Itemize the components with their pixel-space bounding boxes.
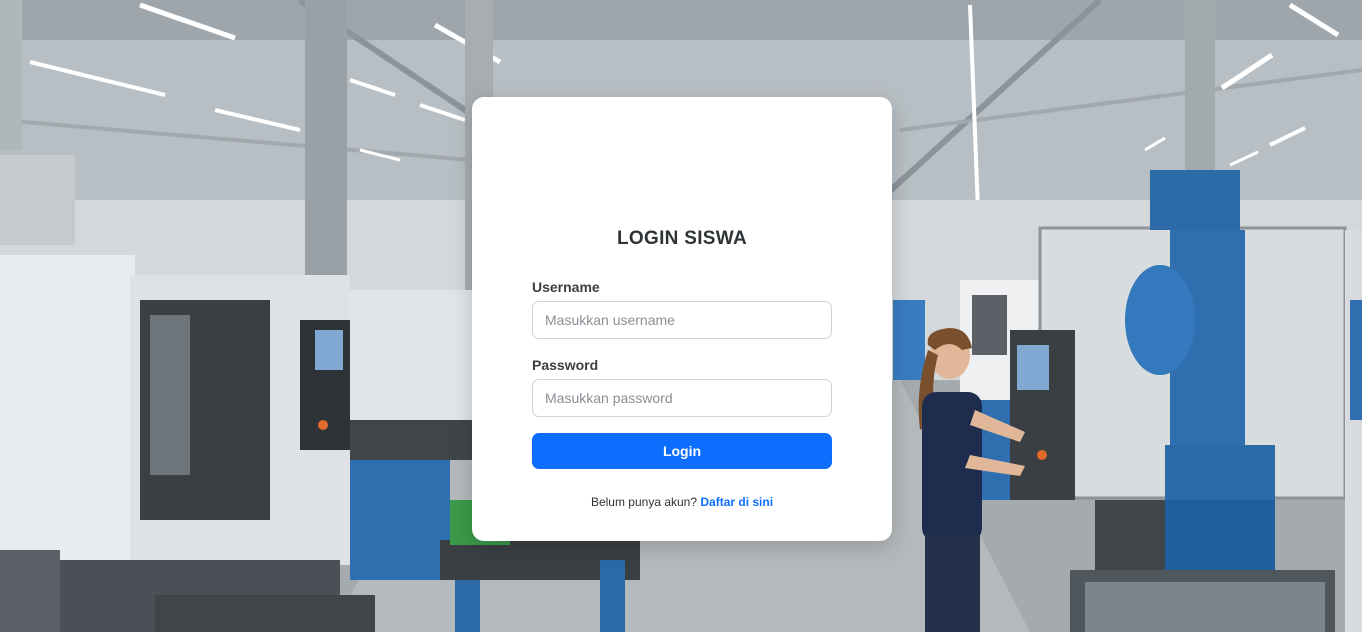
username-input[interactable] bbox=[532, 301, 832, 339]
signup-link[interactable]: Daftar di sini bbox=[700, 495, 773, 509]
page-title: LOGIN SISWA bbox=[617, 228, 747, 249]
username-label: Username bbox=[532, 279, 600, 295]
login-button[interactable]: Login bbox=[532, 433, 832, 469]
password-input[interactable] bbox=[532, 379, 832, 417]
signup-prompt-text: Belum punya akun? bbox=[590, 495, 701, 509]
login-card: LOGIN SISWA Username Password Login Belu… bbox=[472, 97, 892, 541]
signup-prompt: Belum punya akun? Daftar di sini bbox=[472, 495, 892, 509]
password-label: Password bbox=[532, 357, 599, 373]
